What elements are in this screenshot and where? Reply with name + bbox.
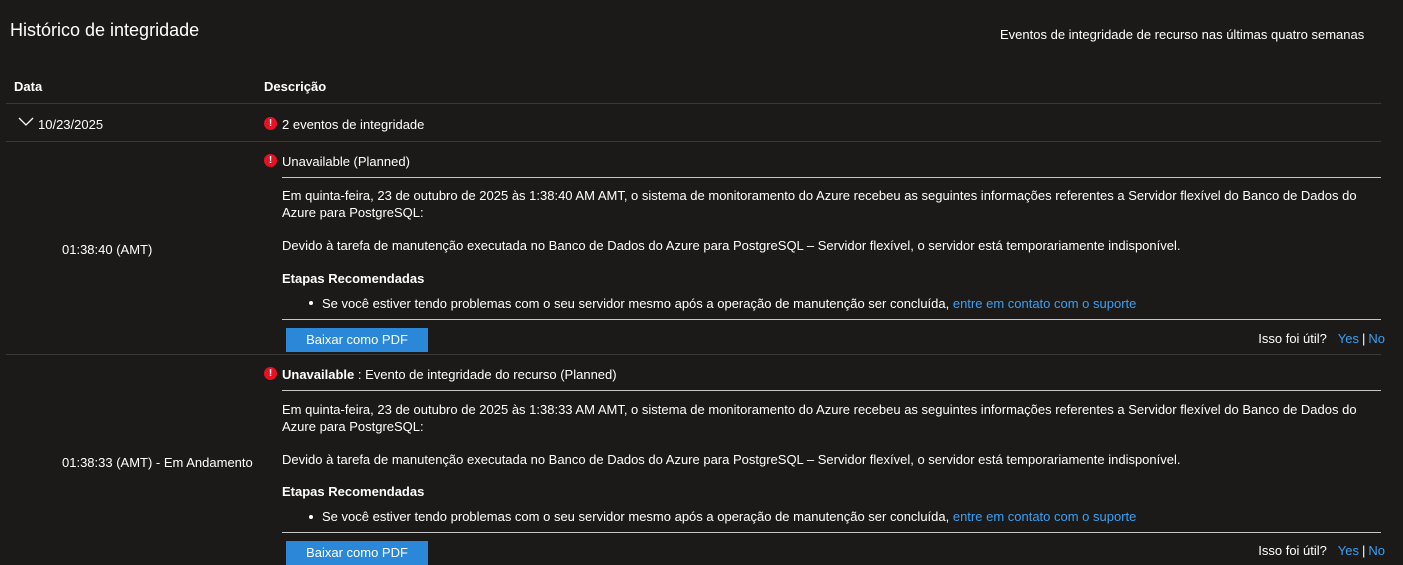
event-title-text: : Evento de integridade do recurso (Plan… [354, 367, 617, 382]
feedback-yes-link[interactable]: Yes [1338, 543, 1359, 558]
event-divider [6, 354, 1381, 355]
event-detail: Devido à tarefa de manutenção executada … [282, 452, 1181, 467]
download-pdf-button[interactable]: Baixar como PDF [286, 328, 428, 352]
step-text: Se você estiver tendo problemas com o se… [322, 509, 953, 524]
column-header-date[interactable]: Data [14, 79, 42, 94]
feedback: Isso foi útil? Yes | No [1258, 331, 1385, 346]
event-time: 01:38:33 (AMT) - Em Andamento [62, 455, 253, 470]
header-divider [6, 103, 1381, 104]
feedback-yes-link[interactable]: Yes [1338, 331, 1359, 346]
group-summary: 2 eventos de integridade [282, 117, 425, 132]
contact-support-link[interactable]: entre em contato com o suporte [953, 296, 1137, 311]
error-icon: ! [264, 367, 277, 380]
feedback-no-link[interactable]: No [1368, 331, 1385, 346]
error-icon: ! [264, 154, 277, 167]
column-header-description[interactable]: Descrição [264, 79, 326, 94]
download-pdf-button[interactable]: Baixar como PDF [286, 541, 428, 565]
group-divider [6, 141, 1381, 142]
chevron-down-icon[interactable] [18, 115, 34, 127]
event-title-text: Unavailable (Planned) [282, 154, 410, 169]
event-title: Unavailable (Planned) [282, 154, 410, 169]
feedback: Isso foi útil? Yes | No [1258, 543, 1385, 558]
recommended-step: Se você estiver tendo problemas com o se… [322, 296, 1136, 311]
recommended-step: Se você estiver tendo problemas com o se… [322, 509, 1136, 524]
page-subtitle: Eventos de integridade de recurso nas úl… [1000, 27, 1365, 42]
group-date: 10/23/2025 [38, 117, 104, 132]
bullet-icon [309, 301, 313, 305]
bullet-icon [309, 515, 313, 519]
event-title-divider [282, 390, 1381, 391]
event-body: Em quinta-feira, 23 de outubro de 2025 à… [282, 188, 1357, 220]
event-time: 01:38:40 (AMT) [62, 242, 153, 257]
event-title-divider [282, 177, 1381, 178]
event-title-bold: Unavailable [282, 367, 355, 382]
recommended-steps-heading: Etapas Recomendadas [282, 484, 425, 499]
feedback-no-link[interactable]: No [1368, 543, 1385, 558]
event-body: Em quinta-feira, 23 de outubro de 2025 à… [282, 402, 1357, 434]
error-icon: ! [264, 117, 277, 130]
step-text: Se você estiver tendo problemas com o se… [322, 296, 953, 311]
page-title: Histórico de integridade [10, 20, 200, 40]
event-title: Unavailable : Evento de integridade do r… [282, 367, 617, 382]
event-footer-divider [282, 532, 1381, 533]
event-footer-divider [282, 319, 1381, 320]
feedback-question: Isso foi útil? [1258, 331, 1327, 346]
contact-support-link[interactable]: entre em contato com o suporte [953, 509, 1137, 524]
feedback-question: Isso foi útil? [1258, 543, 1327, 558]
recommended-steps-heading: Etapas Recomendadas [282, 271, 425, 286]
event-detail: Devido à tarefa de manutenção executada … [282, 238, 1181, 253]
